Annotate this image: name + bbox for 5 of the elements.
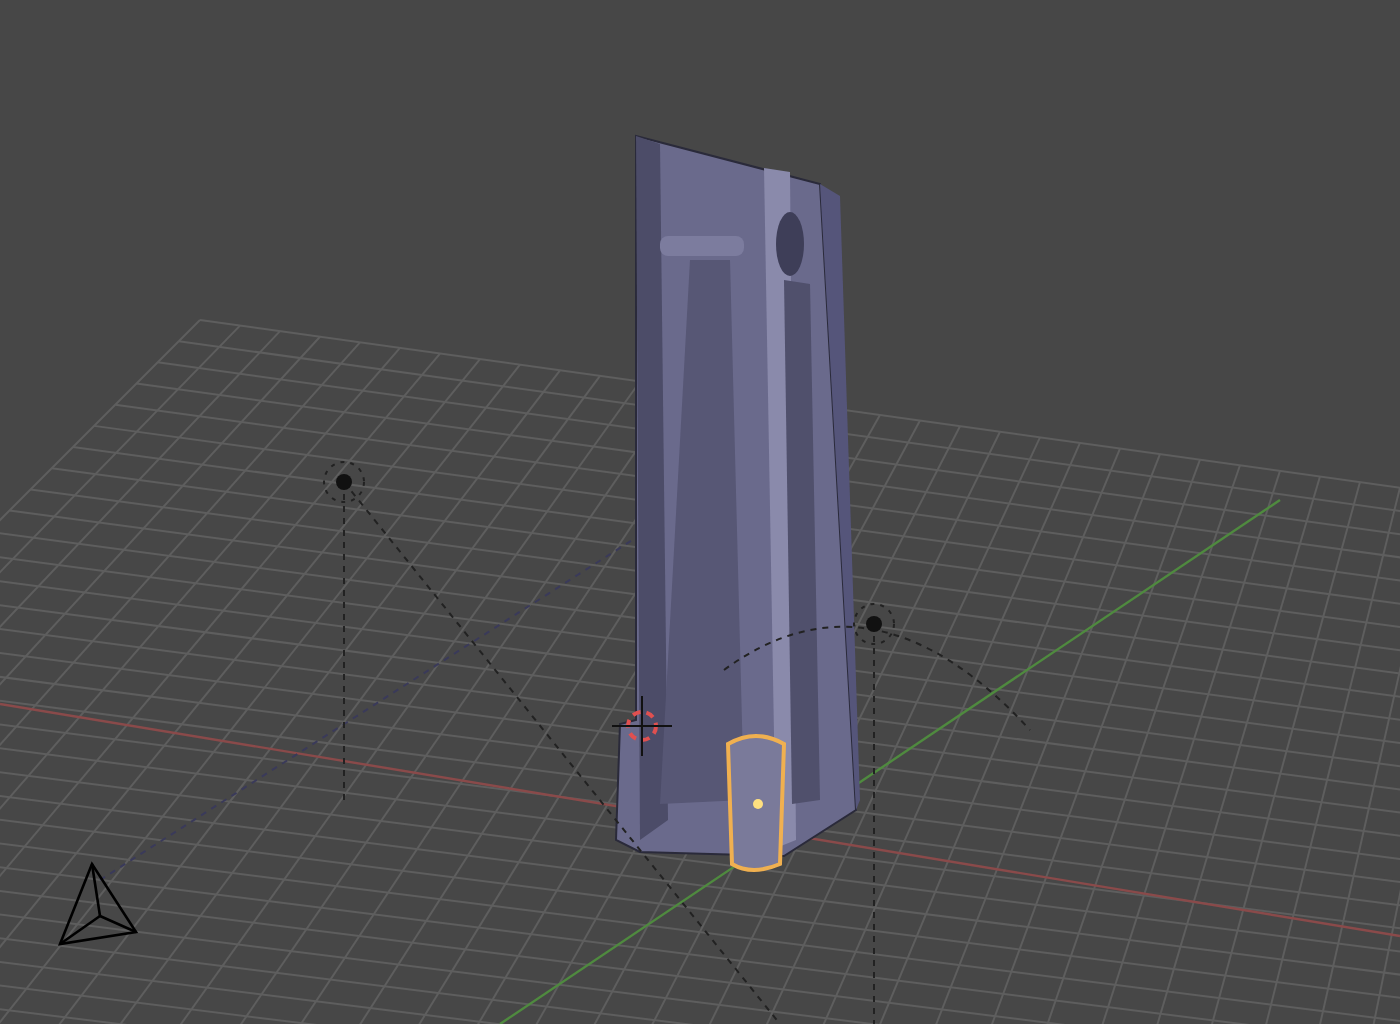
bracket-mesh[interactable]: [726, 734, 786, 872]
lamp-drawing[interactable]: [323, 461, 781, 1024]
lamp-drawing[interactable]: [723, 603, 1031, 1024]
camera-icon[interactable]: [57, 861, 139, 946]
tower-mesh[interactable]: [614, 134, 860, 857]
